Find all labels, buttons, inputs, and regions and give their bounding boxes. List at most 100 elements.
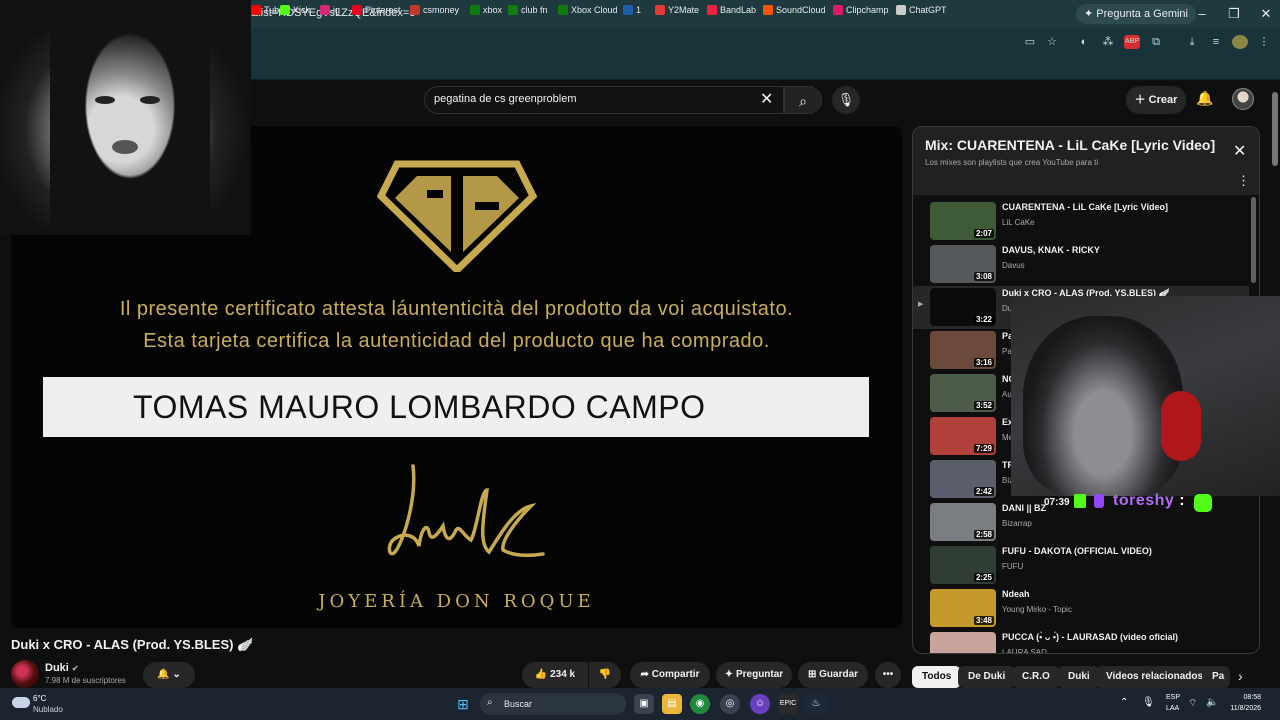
playlist-item-title: DAVUS, KNAK - RICKY xyxy=(1002,245,1100,255)
create-button[interactable]: ＋ Crear xyxy=(1126,86,1186,114)
notifications-bell-icon[interactable]: 🔔 xyxy=(1196,90,1213,107)
like-button[interactable]: 👍 234 k xyxy=(522,662,588,688)
wifi-icon[interactable]: ⌔ xyxy=(1188,697,1197,710)
file-explorer-icon[interactable]: ▤ xyxy=(662,694,682,714)
profile-icon[interactable] xyxy=(1232,35,1248,49)
bookmark-favicon-icon xyxy=(833,5,843,15)
playlist-item[interactable]: PUCCA (•̀ ᴗ •́) - LAURASAD (video oficia… xyxy=(913,630,1249,653)
taskbar-search[interactable] xyxy=(480,693,626,715)
filter-chip[interactable]: Duki xyxy=(1058,666,1100,688)
playlist-item[interactable]: 3:48 Ndeah Young Mirko - Topic xyxy=(913,587,1249,630)
clock-time[interactable]: 08:58 xyxy=(1231,694,1261,701)
playlist-thumbnail[interactable]: 2:42 xyxy=(930,460,996,498)
bookmark-item[interactable]: xbox xyxy=(470,5,502,15)
playlist-item[interactable]: 2:25 FUFU - DAKOTA (OFFICIAL VIDEO) FUFU xyxy=(913,544,1249,587)
close-playlist-icon[interactable]: ✕ xyxy=(1233,141,1246,161)
task-view-icon[interactable]: ▣ xyxy=(634,694,654,714)
close-window-icon[interactable]: ✕ xyxy=(1256,4,1276,24)
tray-mic-icon[interactable]: 🎙 xyxy=(1142,697,1155,708)
subscription-bell-button[interactable]: 🔔 ⌄ xyxy=(143,662,195,688)
chrome-menu-icon[interactable]: ⋮ xyxy=(1256,35,1272,49)
bookmark-item[interactable]: ChatGPT xyxy=(896,5,947,15)
volume-icon[interactable]: 🔈 xyxy=(1206,697,1218,708)
bookmark-item[interactable]: 1 xyxy=(623,5,641,15)
playlist-scrollbar[interactable] xyxy=(1251,197,1256,283)
filter-chip[interactable]: De Duki xyxy=(958,666,1016,688)
media-control-icon[interactable]: ≡ xyxy=(1208,35,1224,49)
voice-search-button[interactable]: 🎙 xyxy=(832,86,860,114)
extensions-puzzle-icon[interactable]: ⧉ xyxy=(1148,35,1164,49)
thumbs-down-icon: 👎 xyxy=(598,669,612,680)
ask-gemini-button[interactable]: ✦ Pregunta a Gemini xyxy=(1076,4,1196,24)
playlist-thumbnail[interactable]: 3:48 xyxy=(930,589,996,627)
tray-chevron-icon[interactable]: ⌃ xyxy=(1120,697,1128,708)
playlist-thumbnail[interactable]: 3:16 xyxy=(930,331,996,369)
extension-icon[interactable]: ⁂ xyxy=(1100,35,1116,49)
bookmark-item[interactable]: Pinterest xyxy=(352,5,401,15)
bookmark-star-icon[interactable]: ☆ xyxy=(1044,35,1060,49)
webcam-overlay-image xyxy=(0,0,251,235)
steam-icon[interactable]: ♨ xyxy=(806,694,826,714)
maximize-icon[interactable]: ❐ xyxy=(1224,4,1244,24)
windows-start-icon[interactable]: ⊞ xyxy=(453,694,473,714)
playlist-thumbnail[interactable]: 7:29 xyxy=(930,417,996,455)
bookmark-item[interactable]: ig xyxy=(320,5,340,15)
playlist-item-channel: Davus xyxy=(1002,261,1025,270)
certificate-spanish-text: Esta tarjeta certifica la autenticidad d… xyxy=(143,330,770,352)
chevron-right-icon[interactable]: › xyxy=(1238,668,1243,684)
dislike-button[interactable]: 👎 xyxy=(589,662,621,688)
chrome-icon[interactable]: ◉ xyxy=(690,694,710,714)
clock-date[interactable]: 11/8/2026 xyxy=(1224,705,1261,712)
filter-chip[interactable]: Pa xyxy=(1202,666,1230,688)
ask-button[interactable]: ✦ Preguntar xyxy=(716,662,792,688)
bookmark-item[interactable]: Clipchamp xyxy=(833,5,889,15)
bookmark-item[interactable]: BandLab xyxy=(707,5,756,15)
playlist-thumbnail[interactable]: 3:08 xyxy=(930,245,996,283)
steam-like-icon[interactable]: ◎ xyxy=(720,694,740,714)
share-button[interactable]: ➦ Compartir xyxy=(630,662,710,688)
channel-avatar[interactable] xyxy=(11,660,39,688)
playlist-item[interactable]: 2:07 CUARENTENA - LiL CaKe [Lyric Video] L… xyxy=(913,200,1249,243)
more-actions-button[interactable]: ••• xyxy=(875,662,901,688)
minimize-icon[interactable]: – xyxy=(1192,4,1212,24)
input-layout[interactable]: LAA xyxy=(1166,705,1179,712)
channel-name[interactable]: Duki ✔ xyxy=(45,662,79,674)
video-duration: 2:42 xyxy=(973,487,994,496)
filter-chip[interactable]: Videos relacionados xyxy=(1096,666,1214,688)
playlist-thumbnail[interactable]: 3:22 xyxy=(930,288,996,326)
bookmark-favicon-icon xyxy=(655,5,665,15)
bookmark-favicon-icon xyxy=(707,5,717,15)
bookmark-item[interactable]: SoundCloud xyxy=(763,5,826,15)
playlist-item-title: PUCCA (•̀ ᴗ •́) - LAURASAD (video oficia… xyxy=(1002,632,1178,642)
bookmark-item[interactable]: csmoney xyxy=(410,5,459,15)
extension-translate-icon[interactable]: ◐ xyxy=(1076,35,1092,49)
playlist-header: Mix: CUARENTENA - LiL CaKe [Lyric Video]… xyxy=(913,127,1259,195)
clear-search-icon[interactable]: ✕ xyxy=(760,89,773,109)
input-language[interactable]: ESP xyxy=(1166,694,1180,701)
playlist-more-icon[interactable]: ⋮ xyxy=(1237,173,1250,189)
bookmark-item[interactable]: Xbox Cloud xyxy=(558,5,618,15)
page-scrollbar[interactable] xyxy=(1272,92,1278,166)
download-icon[interactable]: ⤓ xyxy=(1184,35,1200,49)
bell-icon: 🔔 xyxy=(157,669,170,680)
playlist-thumbnail[interactable]: 3:52 xyxy=(930,374,996,412)
adblock-icon[interactable]: ABP xyxy=(1124,35,1140,49)
playlist-thumbnail[interactable]: 2:58 xyxy=(930,503,996,541)
playlist-thumbnail[interactable] xyxy=(930,632,996,653)
epic-games-icon[interactable]: EPIC xyxy=(778,694,798,714)
playlist-thumbnail[interactable]: 2:07 xyxy=(930,202,996,240)
filter-chip[interactable]: Todos xyxy=(912,666,962,688)
save-label: Guardar xyxy=(819,669,859,680)
discord-icon[interactable]: ☺ xyxy=(750,694,770,714)
playlist-thumbnail[interactable]: 2:25 xyxy=(930,546,996,584)
playlist-item[interactable]: 3:08 DAVUS, KNAK - RICKY Davus xyxy=(913,243,1249,286)
bookmark-item[interactable]: club fn xyxy=(508,5,548,15)
save-button[interactable]: ⊞ Guardar xyxy=(798,662,868,688)
cast-icon[interactable]: ▭ xyxy=(1022,35,1038,49)
bookmark-item[interactable]: Kick xyxy=(280,5,310,15)
bookmark-item[interactable]: Y2Mate xyxy=(655,5,699,15)
account-avatar[interactable] xyxy=(1232,88,1254,110)
bookmark-label: Pinterest xyxy=(365,5,401,15)
filter-chip[interactable]: C.R.O xyxy=(1012,666,1060,688)
search-button[interactable]: ⌕ xyxy=(784,86,822,114)
